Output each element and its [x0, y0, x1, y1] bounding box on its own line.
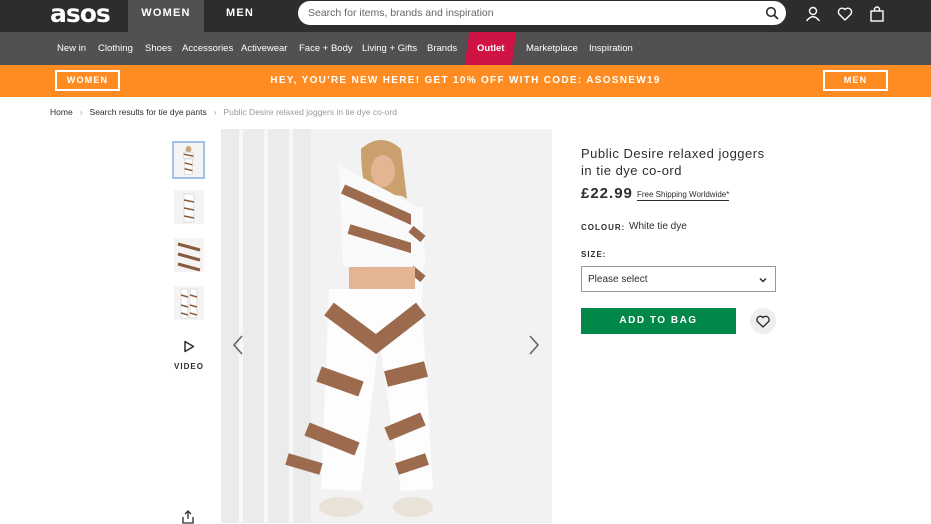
promo-banner: HEY, YOU'RE NEW HERE! GET 10% OFF WITH C…: [0, 65, 931, 97]
nav-item-activewear[interactable]: Activewear: [241, 32, 287, 65]
main-product-image[interactable]: [221, 129, 552, 523]
search-input[interactable]: [308, 1, 748, 25]
category-nav: New in Clothing Shoes Accessories Active…: [0, 32, 931, 65]
add-to-bag-button[interactable]: ADD TO BAG: [581, 308, 736, 334]
product-photo: [221, 129, 552, 523]
promo-men-button[interactable]: MEN: [823, 70, 888, 91]
breadcrumb-separator: ›: [213, 107, 217, 117]
thumbnail-4[interactable]: [174, 286, 204, 320]
tab-men[interactable]: MEN: [204, 0, 276, 32]
thumbnail-image: [174, 238, 204, 272]
thumbnail-image: [174, 143, 203, 177]
nav-item-shoes[interactable]: Shoes: [145, 32, 172, 65]
thumbnail-image: [174, 190, 204, 224]
nav-item-clothing[interactable]: Clothing: [98, 32, 133, 65]
tab-women[interactable]: WOMEN: [128, 0, 204, 32]
nav-item-outlet[interactable]: Outlet: [464, 32, 517, 65]
nav-item-brands[interactable]: Brands: [427, 32, 457, 65]
size-select-value: Please select: [588, 274, 648, 285]
product-price: £22.99: [581, 185, 633, 202]
share-icon[interactable]: [181, 510, 195, 524]
thumbnail-image: [174, 286, 204, 320]
breadcrumb: Home › Search results for tie dye pants › Pu…: [50, 107, 397, 117]
chevron-right-icon[interactable]: [526, 333, 542, 357]
chevron-left-icon[interactable]: [230, 333, 246, 357]
nav-item-inspiration[interactable]: Inspiration: [589, 32, 633, 65]
promo-text[interactable]: HEY, YOU'RE NEW HERE! GET 10% OFF WITH C…: [0, 65, 931, 97]
colour-value: White tie dye: [629, 221, 687, 232]
promo-women-button[interactable]: WOMEN: [55, 70, 120, 91]
top-header: asos WOMEN MEN: [0, 0, 931, 32]
thumbnail-3[interactable]: [174, 238, 204, 272]
video-label: VIDEO: [174, 362, 204, 371]
nav-item-face-body[interactable]: Face + Body: [299, 32, 353, 65]
nav-item-outlet-label: Outlet: [476, 43, 505, 54]
breadcrumb-search[interactable]: Search results for tie dye pants: [90, 107, 207, 117]
breadcrumb-home[interactable]: Home: [50, 107, 73, 117]
thumbnail-2[interactable]: [174, 190, 204, 224]
bag-icon[interactable]: [869, 6, 885, 22]
nav-item-living-gifts[interactable]: Living + Gifts: [362, 32, 417, 65]
video-button[interactable]: VIDEO: [174, 340, 204, 371]
asos-logo[interactable]: asos: [50, 1, 111, 27]
save-for-later-button[interactable]: [750, 308, 776, 334]
account-icon[interactable]: [805, 6, 821, 22]
product-title: Public Desire relaxed joggers in tie dye…: [581, 146, 765, 178]
breadcrumb-current: Public Desire relaxed joggers in tie dye…: [223, 107, 397, 117]
nav-item-marketplace[interactable]: Marketplace: [526, 32, 578, 65]
breadcrumb-separator: ›: [79, 107, 83, 117]
play-icon: [184, 340, 195, 353]
nav-item-accessories[interactable]: Accessories: [182, 32, 233, 65]
size-label: SIZE:: [581, 250, 607, 259]
search-bar: [298, 1, 786, 25]
nav-item-new-in[interactable]: New in: [57, 32, 86, 65]
heart-icon: [756, 315, 770, 328]
thumbnail-1[interactable]: [172, 141, 205, 179]
colour-label: COLOUR:: [581, 223, 626, 232]
search-icon[interactable]: [765, 6, 779, 20]
heart-icon[interactable]: [837, 6, 853, 22]
chevron-down-icon: [759, 277, 767, 283]
free-shipping-link[interactable]: Free Shipping Worldwide*: [637, 190, 730, 201]
size-select[interactable]: Please select: [581, 266, 776, 292]
